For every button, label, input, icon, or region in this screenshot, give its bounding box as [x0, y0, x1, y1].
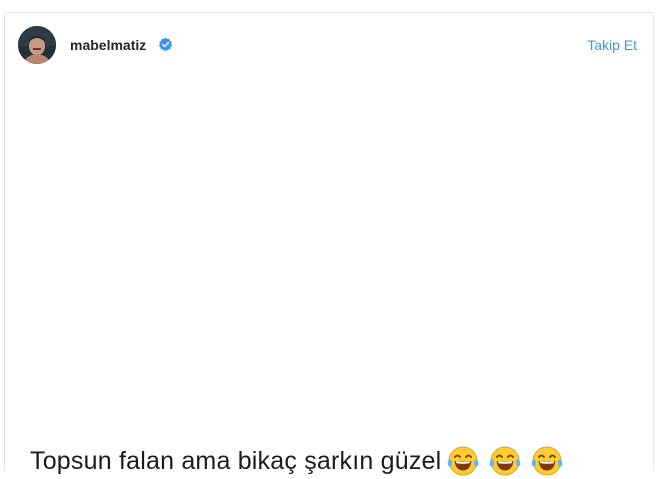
avatar[interactable] — [18, 26, 56, 64]
laughing-tears-emoji-icon — [448, 446, 479, 476]
emoji-row — [447, 445, 573, 477]
verified-badge-icon — [158, 37, 173, 52]
follow-button[interactable]: Takip Et — [587, 37, 637, 53]
username-link[interactable]: mabelmatiz — [70, 37, 146, 53]
post-header: mabelmatiz Takip Et — [5, 13, 653, 75]
avatar-image — [18, 26, 56, 64]
post-card: mabelmatiz Takip Et Topsun falan ama bik… — [4, 12, 654, 476]
laughing-tears-emoji-icon — [490, 446, 521, 476]
caption: Topsun falan ama bikaç şarkın güzel — [30, 443, 573, 479]
post-media[interactable]: Topsun falan ama bikaç şarkın güzel — [5, 75, 653, 476]
caption-text: Topsun falan ama bikaç şarkın güzel — [30, 446, 442, 475]
laughing-tears-emoji-icon — [532, 446, 563, 476]
